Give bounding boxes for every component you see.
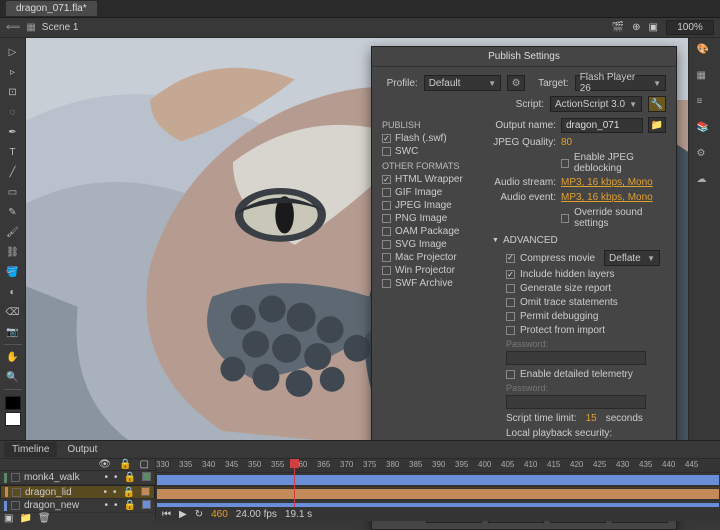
dialog-title: Publish Settings [372,47,676,67]
time-display: 19.1 s [285,509,312,520]
text-tool[interactable]: T [2,142,24,162]
titlebar: dragon_071.fla* [0,0,720,18]
layer-row[interactable]: dragon_lid••🔒 [0,485,155,499]
swatches-panel-icon[interactable]: ▦ [697,70,713,86]
format-tree: PUBLISH ✓Flash (.swf)SWC OTHER FORMATS ✓… [382,117,484,493]
scene-name[interactable]: Scene 1 [42,22,79,33]
file-tab[interactable]: dragon_071.fla* [6,1,97,16]
cloud-panel-icon[interactable]: ☁ [697,174,713,190]
size-report-checkbox[interactable] [506,284,515,293]
lasso-tool[interactable]: ◌ [2,102,24,122]
eye-icon[interactable]: 👁 [98,459,111,470]
audio-stream-link[interactable]: MP3, 16 kbps, Mono [561,177,653,188]
lock-icon[interactable]: 🔒 [119,459,131,470]
other-format-item[interactable]: SVG Image [382,238,480,251]
layer-row[interactable]: monk4_walk••🔒 [0,471,155,485]
other-format-item[interactable]: Mac Projector [382,251,480,264]
camera-tool[interactable]: 📷 [2,322,24,342]
pen-tool[interactable]: ✒ [2,122,24,142]
telemetry-password-input[interactable] [506,395,646,409]
edit-scene-icon[interactable]: 🎬 [612,22,624,33]
script-settings-icon[interactable]: 🔧 [648,96,666,112]
deblocking-checkbox[interactable] [561,159,569,168]
fit-icon[interactable]: ▣ [649,22,658,33]
other-format-item[interactable]: JPEG Image [382,199,480,212]
center-icon[interactable]: ⊕ [632,22,640,33]
transform-tool[interactable]: ⊡ [2,82,24,102]
permit-debug-checkbox[interactable] [506,312,515,321]
publish-format-item[interactable]: ✓Flash (.swf) [382,132,480,145]
telemetry-checkbox[interactable] [506,370,515,379]
other-format-item[interactable]: Win Projector [382,264,480,277]
zoom-tool[interactable]: 🔍 [2,367,24,387]
bone-tool[interactable]: ⛓ [2,242,24,262]
jpeg-quality-value[interactable]: 80 [561,137,572,148]
eyedropper-tool[interactable]: ◐ [2,282,24,302]
script-limit-value[interactable]: 15 [586,413,597,424]
other-format-item[interactable]: PNG Image [382,212,480,225]
subselection-tool[interactable]: ▹ [2,62,24,82]
hidden-layers-checkbox[interactable]: ✓ [506,270,515,279]
back-icon[interactable]: ⟸ [6,22,20,33]
target-select[interactable]: Flash Player 26▼ [575,75,666,91]
library-panel-icon[interactable]: 📚 [697,122,713,138]
audio-event-link[interactable]: MP3, 16 kbps, Mono [561,192,653,203]
hand-tool[interactable]: ✋ [2,347,24,367]
align-panel-icon[interactable]: ≡ [697,96,713,112]
new-layer-icon[interactable]: ▣ [4,513,13,524]
delete-layer-icon[interactable]: 🗑 [38,513,51,524]
script-label: Script: [506,99,544,110]
bucket-tool[interactable]: 🪣 [2,262,24,282]
zoom-input[interactable]: 100% [666,20,714,35]
publish-format-item[interactable]: SWC [382,145,480,158]
profile-select[interactable]: Default▼ [424,75,501,91]
protect-checkbox[interactable] [506,326,515,335]
rewind-icon[interactable]: ⏮ [162,509,171,520]
other-formats-header: OTHER FORMATS [382,161,480,171]
pencil-tool[interactable]: ✎ [2,202,24,222]
fill-swatch[interactable] [5,412,21,426]
target-label: Target: [531,78,569,89]
new-folder-icon[interactable]: 📁 [19,513,31,524]
compress-select[interactable]: Deflate▼ [604,250,660,266]
publish-header: PUBLISH [382,120,480,130]
scene-icon: ▦ [26,22,35,33]
other-format-item[interactable]: GIF Image [382,186,480,199]
profile-label: Profile: [382,78,418,89]
script-select[interactable]: ActionScript 3.0▼ [550,96,642,112]
other-format-item[interactable]: OAM Package [382,225,480,238]
profile-options-icon[interactable]: ⚙ [507,75,525,91]
omit-trace-checkbox[interactable] [506,298,515,307]
output-name-input[interactable]: dragon_071 [561,118,643,133]
advanced-toggle[interactable]: ▼ADVANCED [492,235,666,246]
brush-tool[interactable]: 🖌 [2,222,24,242]
output-tab[interactable]: Output [59,442,105,457]
color-panel-icon[interactable]: 🎨 [697,44,713,60]
timeline-tab[interactable]: Timeline [4,442,57,457]
compress-checkbox[interactable]: ✓ [506,254,515,263]
current-frame: 460 [211,509,228,520]
loop-icon[interactable]: ↻ [195,509,203,520]
tools-panel: ▷ ▹ ⊡ ◌ ✒ T ╱ ▭ ✎ 🖌 ⛓ 🪣 ◐ ⌫ 📷 ✋ 🔍 [0,38,26,440]
selection-tool[interactable]: ▷ [2,42,24,62]
right-panel-rail: 🎨 ▦ ≡ 📚 ⚙ ☁ [688,38,720,440]
other-format-item[interactable]: ✓HTML Wrapper [382,173,480,186]
scene-bar: ⟸ ▦ Scene 1 🎬 ⊕ ▣ 100% [0,18,720,38]
frames-area[interactable]: 3303353403453503553603653703753803853903… [156,459,720,521]
layer-row[interactable]: dragon_new••🔒 [0,499,155,513]
rectangle-tool[interactable]: ▭ [2,182,24,202]
outline-icon[interactable]: ▢ [140,459,149,470]
fps-display: 24.00 fps [236,509,277,520]
properties-panel-icon[interactable]: ⚙ [697,148,713,164]
other-format-item[interactable]: SWF Archive [382,277,480,290]
timeline-panel: Timeline Output 👁🔒▢ monk4_walk••🔒dragon_… [0,440,720,520]
play-icon[interactable]: ▶ [179,509,187,520]
override-sound-checkbox[interactable] [561,214,569,223]
password-input[interactable] [506,351,646,365]
eraser-tool[interactable]: ⌫ [2,302,24,322]
line-tool[interactable]: ╱ [2,162,24,182]
stroke-swatch[interactable] [5,396,21,410]
browse-icon[interactable]: 📁 [648,117,666,133]
